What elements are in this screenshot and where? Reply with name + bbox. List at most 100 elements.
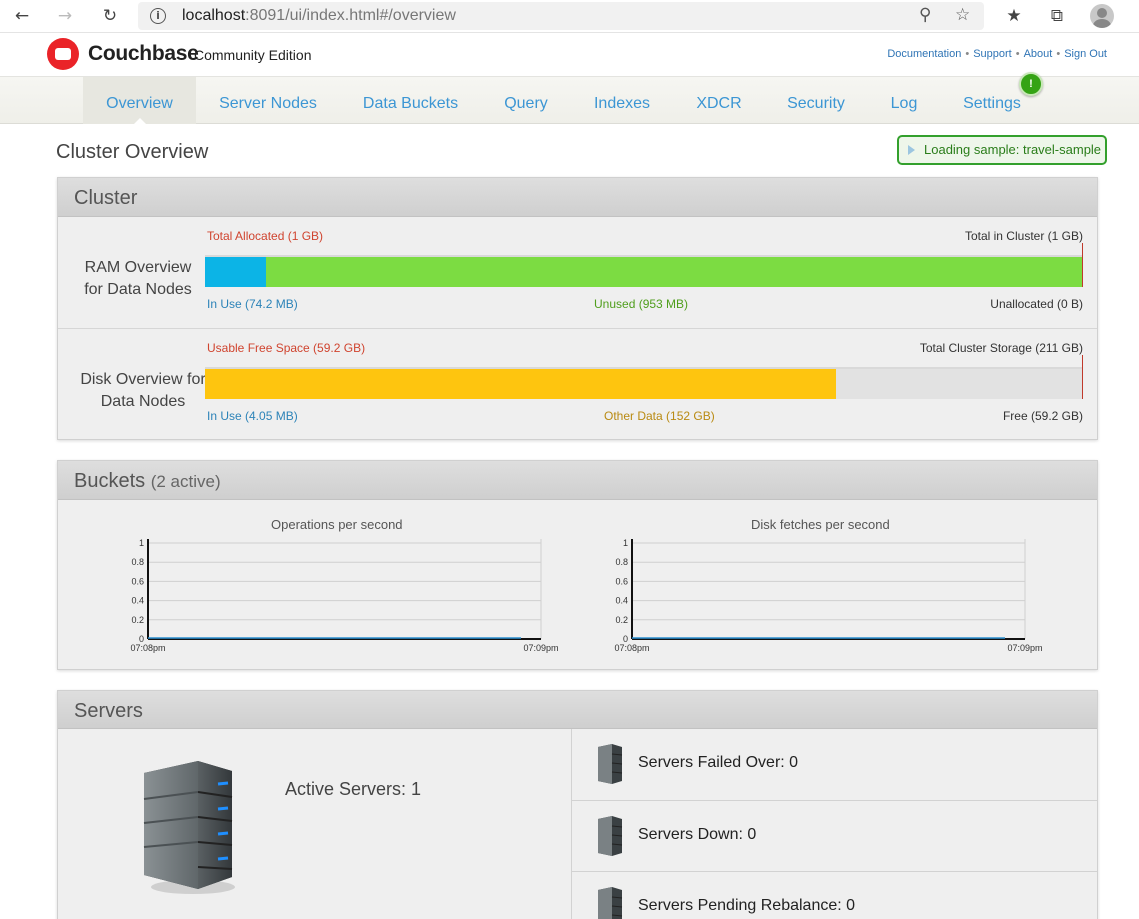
key-icon[interactable]: ⚲ [919, 5, 931, 25]
info-icon[interactable]: i [150, 8, 166, 24]
server-icon [598, 816, 623, 856]
ram-unused-segment [266, 257, 1082, 287]
ram-total-allocated: Total Allocated (1 GB) [207, 229, 324, 243]
cluster-panel: Cluster RAM Overview for Data Nodes Tota… [57, 177, 1098, 440]
buckets-panel: Buckets (2 active) Operations per second… [57, 460, 1098, 670]
y-tick-label: 0.4 [131, 596, 144, 606]
disk-total-cluster-storage: Total Cluster Storage (211 GB) [919, 341, 1083, 355]
server-icon [598, 744, 623, 784]
nav-server-nodes[interactable]: Server Nodes [208, 77, 328, 124]
nav-data-buckets[interactable]: Data Buckets [352, 77, 469, 124]
servers-body: Active Servers: 1 Servers Failed Over: 0… [58, 729, 1097, 919]
buckets-active-count: (2 active) [150, 472, 221, 491]
ram-usage-bar [205, 243, 1083, 287]
x-tick-label: 07:08pm [130, 643, 165, 653]
nav-security[interactable]: Security [779, 77, 853, 124]
x-tick-label: 07:08pm [614, 643, 649, 653]
brand-name: Couchbase [88, 42, 199, 65]
disk-overview-label: Disk Overview for Data Nodes [68, 369, 218, 413]
y-tick-label: 0.8 [131, 557, 144, 567]
servers-down-cell: Servers Down: 0 [571, 800, 1097, 871]
about-link[interactable]: About [1024, 48, 1053, 60]
cluster-panel-title: Cluster [74, 187, 138, 209]
browser-toolbar: ← → ↻ i localhost:8091/ui/index.html#/ov… [0, 0, 1139, 33]
y-tick-label: 0.6 [615, 576, 628, 586]
y-tick-label: 1 [623, 538, 628, 548]
disk-overview-label-line1: Disk Overview for [80, 371, 206, 388]
url-host: localhost [182, 7, 246, 24]
disk-usable-free-space: Usable Free Space (59.2 GB) [207, 341, 366, 355]
address-bar[interactable]: i localhost:8091/ui/index.html#/overview… [138, 2, 984, 30]
y-tick-label: 0.2 [131, 615, 144, 625]
servers-panel-title: Servers [74, 700, 143, 722]
url-text[interactable]: localhost:8091/ui/index.html#/overview [182, 7, 456, 25]
y-tick-label: 0.2 [615, 615, 628, 625]
ram-quota-marker [1082, 243, 1083, 287]
nav-settings[interactable]: Settings [955, 77, 1029, 124]
profile-avatar[interactable] [1090, 4, 1114, 28]
x-tick-label: 07:09pm [1007, 643, 1042, 653]
ram-unused-label: Unused (953 MB) [594, 297, 689, 311]
servers-pending-rebalance-cell: Servers Pending Rebalance: 0 [571, 871, 1097, 919]
loading-sample-badge[interactable]: Loading sample: travel-sample [897, 135, 1107, 165]
nav-overview[interactable]: Overview [83, 77, 196, 125]
nav-log[interactable]: Log [883, 77, 925, 124]
disk-free-label: Free (59.2 GB) [1002, 409, 1083, 423]
nav-query[interactable]: Query [495, 77, 557, 124]
collections-icon[interactable]: ⧉ [1044, 4, 1070, 28]
app-header: Couchbase Community Edition Documentatio… [0, 34, 1139, 76]
separator: • [965, 48, 970, 60]
buckets-panel-title: Buckets [74, 470, 146, 492]
y-tick-label: 0.8 [615, 557, 628, 567]
servers-panel: Servers Active Servers: 1 Servers Failed… [57, 690, 1098, 919]
play-icon [908, 145, 915, 155]
servers-down-label: Servers Down: 0 [638, 826, 757, 843]
separator: • [1015, 48, 1020, 60]
disk-quota-marker [1082, 355, 1083, 399]
support-link[interactable]: Support [973, 48, 1012, 60]
disk-overview-label-line2: Data Nodes [100, 393, 186, 410]
main-nav: Overview Server Nodes Data Buckets Query… [0, 76, 1139, 125]
servers-failed-over-cell: Servers Failed Over: 0 [571, 729, 1097, 800]
servers-panel-header: Servers [58, 691, 1097, 729]
disk-other-data-segment [205, 369, 836, 399]
ram-overview-label-line2: for Data Nodes [84, 281, 192, 298]
couchbase-logo-icon [47, 38, 79, 70]
back-arrow-icon[interactable]: ← [9, 4, 35, 28]
servers-failed-over-label: Servers Failed Over: 0 [638, 754, 799, 771]
x-tick-label: 07:09pm [523, 643, 558, 653]
disk-usage-bar [205, 355, 1083, 399]
nav-indexes[interactable]: Indexes [585, 77, 659, 124]
url-path: :8091/ui/index.html#/overview [245, 7, 456, 24]
separator: • [1056, 48, 1061, 60]
active-servers-count: Active Servers: 1 [285, 779, 422, 799]
edition-label: Community Edition [194, 47, 312, 63]
cluster-panel-header: Cluster [58, 178, 1097, 217]
disk-overview-row: Disk Overview for Data Nodes Usable Free… [58, 329, 1097, 439]
y-tick-label: 0.6 [131, 576, 144, 586]
buckets-panel-header: Buckets (2 active) [58, 461, 1097, 500]
ram-in-use-segment [205, 257, 266, 287]
star-icon[interactable]: ☆ [955, 5, 970, 25]
sign-out-link[interactable]: Sign Out [1064, 48, 1107, 60]
y-tick-label: 0.4 [615, 596, 628, 606]
nav-xdcr[interactable]: XDCR [689, 77, 749, 124]
disk-fetches-per-second-chart: 00.20.40.60.8107:08pm 07:09pm [614, 538, 1042, 653]
bucket-charts-area: Operations per second 0 0.2 0.4 0.6 0.8 1 07:0… [58, 501, 1097, 669]
favorites-icon[interactable]: ★ [1001, 4, 1027, 28]
disk-in-use-label: In Use (4.05 MB) [207, 409, 298, 423]
ops-per-second-chart: 00.20.40.60.8107:08pm 07:09pm [130, 538, 558, 653]
documentation-link[interactable]: Documentation [887, 48, 961, 60]
page-title: Cluster Overview [56, 141, 209, 163]
loading-sample-text: Loading sample: travel-sample [924, 142, 1102, 157]
reload-icon[interactable]: ↻ [97, 4, 123, 28]
forward-arrow-icon[interactable]: → [52, 4, 78, 28]
ram-overview-row: RAM Overview for Data Nodes Total Alloca… [58, 217, 1097, 329]
ram-total-in-cluster: Total in Cluster (1 GB) [964, 229, 1083, 243]
y-tick-label: 1 [139, 538, 144, 548]
ram-in-use-label: In Use (74.2 MB) [207, 297, 298, 311]
settings-alert-badge[interactable]: ! [1019, 72, 1043, 96]
server-icon [598, 887, 623, 919]
servers-pending-rebalance-label: Servers Pending Rebalance: 0 [638, 897, 856, 914]
ram-unallocated-label: Unallocated (0 B) [990, 297, 1083, 311]
